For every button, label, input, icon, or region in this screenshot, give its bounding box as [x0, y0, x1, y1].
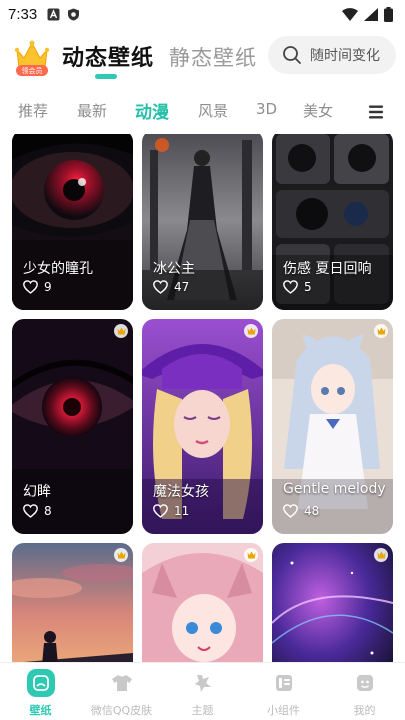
card-likes: 47: [153, 280, 189, 294]
nav-item-skin[interactable]: 微信QQ皮肤: [81, 669, 162, 718]
nav-label: 微信QQ皮肤: [90, 704, 153, 717]
card-title: 魔法女孩: [153, 484, 209, 500]
theme-icon: [189, 669, 217, 697]
nav-label: 我的: [353, 704, 376, 717]
heart-icon[interactable]: [153, 280, 168, 294]
wallpaper-thumbnail: [142, 319, 263, 534]
wifi-icon: [342, 7, 358, 21]
widget-icon: [270, 669, 298, 697]
category-tab-3d[interactable]: 3D: [256, 100, 277, 118]
search-placeholder: 随时间变化: [310, 48, 380, 64]
like-count: 9: [44, 280, 52, 294]
nav-item-widget[interactable]: 小组件: [243, 669, 324, 718]
search-icon: [283, 46, 301, 64]
header: 领会员 动态壁纸 静态壁纸 随时间变化: [0, 36, 405, 80]
card-likes: 48: [283, 504, 319, 518]
vip-crown-icon: [244, 324, 258, 338]
category-tab-anime[interactable]: 动漫: [135, 98, 169, 123]
card-title: Gentle melody: [283, 481, 386, 497]
wallpaper-thumbnail: [12, 543, 133, 662]
like-count: 47: [174, 280, 190, 294]
heart-icon[interactable]: [283, 280, 298, 294]
a-icon: [47, 8, 60, 20]
vip-crown-icon: [374, 548, 388, 562]
category-tab-scenery[interactable]: 风景: [198, 100, 228, 121]
wallpaper-card[interactable]: 幻眸 8: [12, 319, 133, 534]
search-box[interactable]: 随时间变化: [268, 36, 396, 74]
shirt-icon: [108, 669, 136, 697]
battery-icon: [384, 6, 393, 22]
wallpaper-thumbnail: [12, 319, 133, 534]
nav-label: 主题: [191, 704, 214, 717]
card-likes: 8: [23, 504, 52, 518]
vip-crown-icon: [374, 324, 388, 338]
category-tabs: 推荐 最新 动漫 风景 3D 美女: [0, 96, 405, 128]
vip-badge-label: 领会员: [21, 67, 43, 75]
vip-badge[interactable]: 领会员: [12, 38, 52, 78]
vip-crown-icon: [114, 548, 128, 562]
card-title: 少女的瞳孔: [23, 261, 93, 277]
nav-item-theme[interactable]: 主题: [162, 669, 243, 718]
card-likes: 5: [283, 280, 312, 294]
shield-icon: [68, 8, 80, 20]
wallpaper-card[interactable]: 冰公主 47: [142, 134, 263, 310]
card-likes: 9: [23, 280, 52, 294]
like-count: 11: [174, 504, 190, 518]
wallpaper-card[interactable]: 少女的瞳孔 9: [12, 134, 133, 310]
nav-item-profile[interactable]: 我的: [324, 669, 405, 718]
wallpaper-thumbnail: [272, 319, 393, 534]
wallpaper-thumbnail: [142, 543, 263, 662]
nav-item-wallpaper[interactable]: 壁纸: [0, 669, 81, 718]
category-tab-recommend[interactable]: 推荐: [18, 100, 48, 121]
nav-label: 壁纸: [29, 704, 52, 717]
like-count: 8: [44, 504, 52, 518]
nav-label: 小组件: [267, 704, 300, 717]
card-title: 伤感 夏日回响: [283, 261, 372, 277]
wallpaper-card[interactable]: [272, 543, 393, 662]
wallpaper-grid: 少女的瞳孔 9 冰公主 47 伤感 夏日回响 5 幻眸 8 魔法女孩 11 Ge…: [12, 134, 393, 662]
status-bar: 7:33: [0, 0, 405, 28]
like-count: 48: [304, 504, 320, 518]
heart-icon[interactable]: [23, 504, 38, 518]
wallpaper-card[interactable]: Gentle melody 48: [272, 319, 393, 534]
vip-crown-icon: [114, 324, 128, 338]
heart-icon[interactable]: [283, 504, 298, 518]
wallpaper-thumbnail: [272, 543, 393, 662]
wallpaper-icon: [26, 669, 55, 697]
profile-icon: [351, 669, 379, 697]
tab-static-wallpaper[interactable]: 静态壁纸: [169, 42, 257, 72]
wallpaper-card[interactable]: [12, 543, 133, 662]
card-likes: 11: [153, 504, 189, 518]
vip-crown-icon: [244, 548, 258, 562]
like-count: 5: [304, 280, 312, 294]
category-tab-latest[interactable]: 最新: [77, 100, 107, 121]
heart-icon[interactable]: [153, 504, 168, 518]
status-time: 7:33: [8, 5, 38, 23]
menu-icon[interactable]: [369, 105, 383, 119]
active-tab-indicator: [95, 74, 117, 79]
signal-icon: [364, 7, 378, 21]
bottom-navigation: 壁纸 微信QQ皮肤 主题 小组件 我的: [0, 662, 405, 720]
wallpaper-card[interactable]: [142, 543, 263, 662]
wallpaper-card[interactable]: 魔法女孩 11: [142, 319, 263, 534]
tab-dynamic-wallpaper[interactable]: 动态壁纸: [62, 40, 154, 72]
heart-icon[interactable]: [23, 280, 38, 294]
card-title: 冰公主: [153, 261, 195, 277]
wallpaper-card[interactable]: 伤感 夏日回响 5: [272, 134, 393, 310]
card-title: 幻眸: [23, 484, 51, 500]
category-tab-beauty[interactable]: 美女: [303, 100, 333, 121]
